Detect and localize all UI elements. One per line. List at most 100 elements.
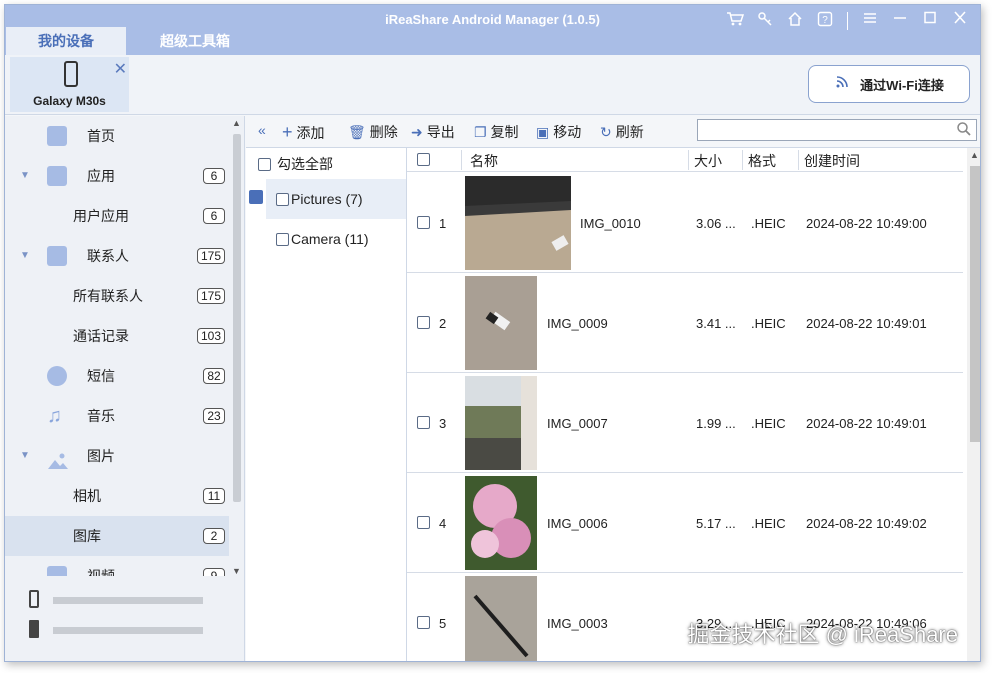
thumbnail-image[interactable] [465,176,571,270]
picture-icon [47,446,68,469]
scrollbar-thumb[interactable] [970,166,980,442]
sidebar-item-apps[interactable]: ▼ 应用 6 [5,156,229,196]
row-checkbox[interactable] [417,216,430,229]
table-row[interactable]: 4 IMG_0006 5.17 ... .HEIC 2024-08-22 10:… [407,473,963,573]
sidebar-item-label: 联系人 [87,248,129,264]
folder-item-pictures[interactable]: Pictures (7) [266,179,406,219]
thumbnail-image[interactable] [465,476,537,570]
row-checkbox[interactable] [417,316,430,329]
copy-button[interactable]: ❐ 复制 [474,122,519,142]
row-number: 1 [439,216,447,231]
minimize-icon[interactable] [888,11,912,31]
sidebar-item-music[interactable]: ♫ 音乐 23 [5,396,229,436]
sidebar-item-camera[interactable]: 相机 11 [5,476,229,516]
column-header-created[interactable]: 创建时间 [804,151,860,171]
select-all-checkbox[interactable] [258,157,271,171]
thumbnail-image[interactable] [465,376,537,470]
count-badge: 6 [203,208,225,224]
folder-item-camera[interactable]: Camera (11) [266,219,406,259]
title-bar: iReaShare Android Manager (1.0.5) 我的设备 超… [5,5,980,55]
table-row[interactable]: 2 IMG_0009 3.41 ... .HEIC 2024-08-22 10:… [407,273,963,373]
close-icon[interactable]: ✕ [114,59,127,79]
sidebar-item-user-apps[interactable]: 用户应用 6 [5,196,229,236]
folder-checkbox[interactable] [276,192,289,206]
file-size: 3.06 ... [696,216,736,231]
search-icon[interactable] [956,121,972,140]
sidebar-item-home[interactable]: 首页 [5,116,229,156]
chevron-down-icon[interactable]: ▼ [20,236,30,276]
sidebar-item-contacts[interactable]: ▼ 联系人 175 [5,236,229,276]
sidebar-item-video[interactable]: 视频 9 [5,556,229,576]
header-checkbox[interactable] [417,153,430,166]
help-icon[interactable]: ? [813,11,837,31]
table-row[interactable]: 1 IMG_0010 3.06 ... .HEIC 2024-08-22 10:… [407,173,963,273]
row-checkbox[interactable] [417,416,430,429]
folder-add-icon[interactable] [249,190,263,204]
table-row[interactable]: 3 IMG_0007 1.99 ... .HEIC 2024-08-22 10:… [407,373,963,473]
sidebar-item-label: 应用 [87,168,115,184]
double-chevron-left-icon: « [258,122,266,138]
folder-pane: 勾选全部 Pictures (7) Camera (11) [246,148,407,661]
chevron-down-icon[interactable]: ▼ [232,566,241,576]
arrow-right-icon: ➜ [411,123,423,140]
divider [688,150,689,170]
home-icon[interactable] [783,11,807,31]
storage-bar [53,597,203,604]
wifi-connect-button[interactable]: 通过Wi-Fi连接 [808,65,970,103]
sidebar-item-label: 首页 [87,128,115,144]
thumbnail-image[interactable] [465,276,537,370]
wifi-icon [834,74,850,94]
table-scrollbar[interactable]: ▲ [967,148,980,661]
sidebar-item-pictures[interactable]: ▼ 图片 [5,436,229,476]
thumbnail-image[interactable] [465,576,537,662]
tab-my-device[interactable]: 我的设备 [6,27,126,55]
cart-icon[interactable] [723,11,747,31]
column-header-format[interactable]: 格式 [748,151,776,171]
copy-label: 复制 [490,124,519,140]
file-size: 1.99 ... [696,416,736,431]
chevron-down-icon[interactable]: ▼ [20,156,30,196]
column-header-size[interactable]: 大小 [694,151,722,171]
sidebar-scrollbar[interactable]: ▲ ▼ [231,116,243,576]
delete-button[interactable]: 🗑 删除 [348,122,398,142]
device-bar: Galaxy M30s ✕ 通过Wi-Fi连接 [5,55,980,115]
sidebar-item-all-contacts[interactable]: 所有联系人 175 [5,276,229,316]
file-name: IMG_0006 [547,516,608,531]
chevron-down-icon[interactable]: ▼ [20,436,30,476]
collapse-button[interactable]: « [258,122,266,138]
move-icon: ▣ [536,123,550,140]
key-icon[interactable] [753,11,777,31]
file-size: 3.41 ... [696,316,736,331]
row-checkbox[interactable] [417,616,430,629]
scrollbar-thumb[interactable] [233,134,241,502]
move-button[interactable]: ▣ 移动 [536,122,581,142]
app-window: iReaShare Android Manager (1.0.5) 我的设备 超… [4,4,981,662]
export-button[interactable]: ➜ 导出 [411,122,455,142]
row-checkbox[interactable] [417,516,430,529]
tab-super-toolbox[interactable]: 超级工具箱 [140,27,250,55]
menu-icon[interactable] [858,11,882,31]
search-input[interactable] [697,119,977,141]
sidebar-item-gallery[interactable]: 图库 2 [5,516,229,556]
folder-checkbox[interactable] [276,232,289,246]
refresh-icon: ↻ [600,123,612,140]
chevron-up-icon[interactable]: ▲ [232,118,241,128]
sms-icon [47,366,67,386]
column-header-name[interactable]: 名称 [470,151,498,171]
close-icon[interactable] [948,11,972,31]
plus-icon: + [282,122,293,142]
refresh-button[interactable]: ↻ 刷新 [600,122,644,142]
device-card[interactable]: Galaxy M30s ✕ [10,57,129,112]
folder-label: Pictures (7) [291,191,363,207]
select-all[interactable]: 勾选全部 [258,154,333,174]
app-icon [47,166,67,186]
chevron-up-icon[interactable]: ▲ [970,150,979,160]
maximize-icon[interactable] [918,11,942,31]
sidebar-item-label: 通话记录 [73,328,129,344]
window-controls: ? [723,11,972,31]
sidebar-item-call-log[interactable]: 通话记录 103 [5,316,229,356]
add-button[interactable]: + 添加 [282,122,325,143]
refresh-label: 刷新 [615,124,644,140]
sidebar-item-sms[interactable]: 短信 82 [5,356,229,396]
row-number: 4 [439,516,447,531]
